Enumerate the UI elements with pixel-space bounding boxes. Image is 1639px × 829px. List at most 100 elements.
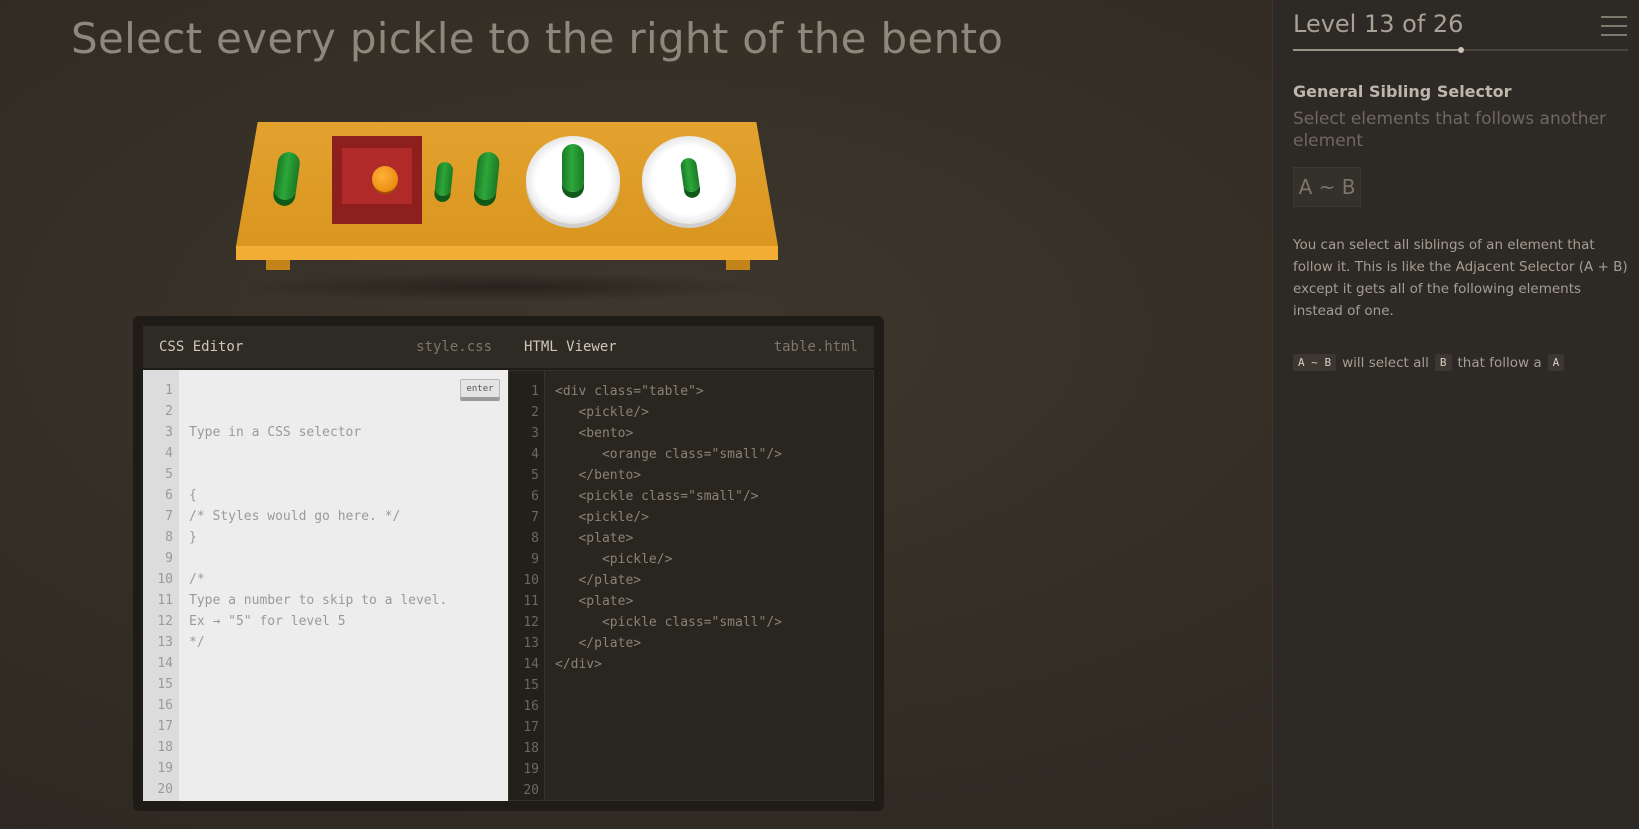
markup-line[interactable]: <pickle class="small"/> (555, 612, 782, 633)
line-number: 19 (157, 761, 173, 776)
line-number: 6 (531, 489, 539, 504)
html-viewer-title: HTML Viewer (524, 339, 617, 355)
css-file-name: style.css (416, 339, 492, 355)
markup-line[interactable]: <plate> (555, 528, 782, 549)
css-code-lines: { /* Styles would go here. */} /* Type a n… (189, 485, 447, 653)
markup-line[interactable]: <plate> (555, 591, 782, 612)
level-progress-bar (1293, 47, 1628, 53)
html-viewer-pane: 1 2 3 4 5 6 7 8 9 10 11 12 13 14 15 16 17 18 19 20 <div cla… (508, 370, 874, 801)
level-instruction: Select every pickle to the right of the … (71, 14, 1004, 63)
line-number: 18 (157, 740, 173, 755)
css-editor-pane: 1 2 3 4 5 6 7 8 9 10 11 12 13 14 15 16 17 18 19 20 Type in … (143, 370, 508, 801)
code-line: { (189, 488, 197, 503)
markup-line[interactable]: <pickle/> (555, 507, 782, 528)
markup-line[interactable]: <bento> (555, 423, 782, 444)
bento[interactable] (332, 136, 422, 224)
markup-line[interactable]: </div> (555, 654, 782, 675)
line-number: 17 (157, 719, 173, 734)
line-number: 5 (531, 468, 539, 483)
line-number: 7 (531, 510, 539, 525)
line-number: 17 (523, 720, 539, 735)
hamburger-menu-icon[interactable] (1601, 16, 1627, 36)
plate[interactable] (526, 136, 620, 224)
pickle[interactable] (562, 144, 584, 192)
css-editor-header: CSS Editor style.css (143, 326, 508, 368)
example-code: A ~ B (1293, 354, 1337, 371)
code-line: /* (189, 572, 205, 587)
enter-button[interactable]: enter (460, 379, 500, 401)
line-number: 6 (165, 488, 173, 503)
markup-line[interactable]: <div class="table"> (555, 381, 782, 402)
html-file-name: table.html (773, 339, 858, 355)
pickle-small[interactable] (679, 157, 701, 193)
line-number: 10 (523, 573, 539, 588)
progress-marker (1457, 47, 1464, 53)
line-number: 3 (531, 426, 539, 441)
line-number: 20 (523, 783, 539, 798)
line-number: 9 (531, 552, 539, 567)
code-editor: CSS Editor style.css HTML Viewer table.h… (133, 316, 884, 811)
markup-line[interactable]: </plate> (555, 570, 782, 591)
html-markup[interactable]: <div class="table"> <pickle/> <bento> <o… (555, 381, 782, 675)
markup-line[interactable]: <pickle/> (555, 402, 782, 423)
markup-line[interactable]: <orange class="small"/> (555, 444, 782, 465)
line-number: 3 (165, 425, 173, 440)
line-number: 5 (165, 467, 173, 482)
line-number: 16 (157, 698, 173, 713)
orange-small[interactable] (372, 166, 398, 192)
line-number: 1 (531, 384, 539, 399)
line-number: 4 (531, 447, 539, 462)
markup-line[interactable]: </plate> (555, 633, 782, 654)
line-number: 10 (157, 572, 173, 587)
css-selector-input[interactable]: Type in a CSS selector (189, 422, 447, 443)
line-number: 19 (523, 762, 539, 777)
line-number: 4 (165, 446, 173, 461)
code-line: */ (189, 635, 205, 650)
example-text: will select all (1342, 354, 1429, 371)
selector-syntax: A ~ B (1293, 167, 1361, 207)
line-number: 14 (157, 656, 173, 671)
table-edge (236, 246, 778, 260)
code-line: } (189, 530, 197, 545)
markup-line[interactable]: <pickle class="small"/> (555, 486, 782, 507)
line-number: 16 (523, 699, 539, 714)
line-number: 12 (523, 615, 539, 630)
line-number: 2 (531, 405, 539, 420)
code-line: Type a number to skip to a level. (189, 593, 448, 608)
line-number: 13 (523, 636, 539, 651)
css-line-numbers: 1 2 3 4 5 6 7 8 9 10 11 12 13 14 15 16 17 18 19 20 (143, 380, 173, 800)
css-line-gutter: 1 2 3 4 5 6 7 8 9 10 11 12 13 14 15 16 17 18 19 20 (143, 370, 179, 801)
level-title: Level 13 of 26 (1293, 10, 1464, 38)
line-number: 11 (523, 594, 539, 609)
markup-line[interactable]: <pickle/> (555, 549, 782, 570)
plate[interactable] (642, 136, 736, 224)
css-editor-title: CSS Editor (159, 339, 244, 355)
selector-name: General Sibling Selector (1293, 82, 1512, 101)
level-sidebar: Level 13 of 26 General Sibling Selector … (1272, 0, 1639, 829)
line-number: 2 (165, 404, 173, 419)
css-code[interactable]: Type in a CSS selector { /* Styles would … (189, 380, 447, 695)
line-number: 13 (157, 635, 173, 650)
line-number: 15 (157, 677, 173, 692)
selector-description: You can select all siblings of an elemen… (1293, 237, 1628, 319)
code-line: Ex → "5" for level 5 (189, 614, 346, 629)
progress-fill (1293, 49, 1461, 51)
selector-example: A ~ B will select all B that follow a A (1293, 354, 1565, 371)
html-line-numbers: 1 2 3 4 5 6 7 8 9 10 11 12 13 14 15 16 17 18 19 20 (509, 381, 539, 801)
html-viewer-header: HTML Viewer table.html (508, 326, 874, 368)
line-number: 14 (523, 657, 539, 672)
code-line: /* Styles would go here. */ (189, 509, 401, 524)
html-line-gutter: 1 2 3 4 5 6 7 8 9 10 11 12 13 14 15 16 17 18 19 20 (509, 371, 545, 800)
line-number: 8 (531, 531, 539, 546)
line-number: 20 (157, 782, 173, 797)
table-scene (236, 122, 778, 302)
table-leg (726, 260, 750, 270)
line-number: 15 (523, 678, 539, 693)
markup-line[interactable]: </bento> (555, 465, 782, 486)
example-code: A (1547, 354, 1565, 371)
line-number: 7 (165, 509, 173, 524)
line-number: 1 (165, 383, 173, 398)
line-number: 8 (165, 530, 173, 545)
example-text: that follow a (1457, 354, 1542, 371)
